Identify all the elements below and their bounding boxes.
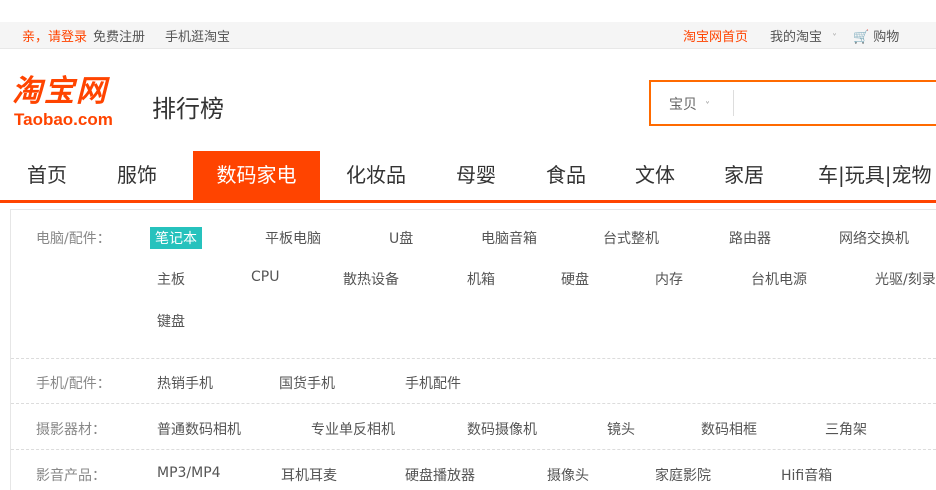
row-divider [11, 403, 936, 404]
chevron-down-icon[interactable]: ˅ [832, 33, 837, 44]
row-divider [11, 449, 936, 450]
chevron-down-icon: ˅ [705, 101, 710, 112]
category-item[interactable]: 家庭影院 [655, 465, 711, 485]
category-item[interactable]: 台式整机 [603, 228, 659, 248]
category-item[interactable]: 机箱 [467, 269, 495, 289]
category-label: 电脑/配件： [36, 231, 111, 247]
category-item[interactable]: 路由器 [729, 228, 771, 248]
category-item[interactable]: CPU [251, 269, 279, 285]
mobile-taobao-link[interactable]: 手机逛淘宝 [165, 30, 230, 45]
category-item[interactable]: U盘 [389, 228, 413, 248]
taobao-logo[interactable]: 淘宝网 [12, 77, 140, 107]
category-item[interactable]: 硬盘 [561, 269, 589, 289]
search-box[interactable]: 宝贝 ˅ [649, 80, 936, 126]
cart-link[interactable]: 购物 [873, 30, 899, 45]
category-item[interactable]: 热销手机 [157, 373, 213, 393]
top-bar: 亲，请登录 免费注册 手机逛淘宝 淘宝网首页 我的淘宝 ˅ 🛒 购物 [0, 22, 936, 49]
tab-stationery-sports[interactable]: 文体 [622, 151, 688, 200]
category-item[interactable]: MP3/MP4 [157, 465, 221, 481]
login-link[interactable]: 亲，请登录 [22, 30, 87, 45]
row-divider [11, 358, 936, 359]
category-panel: 电脑/配件： 笔记本 平板电脑 U盘 电脑音箱 台式整机 路由器 网络交换机 主… [10, 209, 936, 490]
taobao-home-link[interactable]: 淘宝网首页 [683, 30, 748, 45]
tab-home[interactable]: 首页 [14, 151, 80, 200]
tab-car-toys-pets[interactable]: 车|玩具|宠物 [806, 151, 936, 200]
my-taobao-link[interactable]: 我的淘宝 [770, 30, 822, 45]
category-item[interactable]: 平板电脑 [265, 228, 321, 248]
tab-home-furnishing[interactable]: 家居 [711, 151, 777, 200]
category-item[interactable]: 专业单反相机 [311, 419, 395, 439]
category-item[interactable]: 普通数码相机 [157, 419, 241, 439]
category-item[interactable]: 网络交换机 [839, 228, 909, 248]
tab-food[interactable]: 食品 [533, 151, 599, 200]
category-label: 手机/配件： [36, 376, 111, 392]
category-item[interactable]: 主板 [157, 269, 185, 289]
taobao-logo-text[interactable]: Taobao.com [14, 110, 113, 130]
category-item[interactable]: 数码摄像机 [467, 419, 537, 439]
top-bar-right: 淘宝网首页 我的淘宝 ˅ 🛒 购物 [683, 26, 899, 45]
category-label: 影音产品： [36, 468, 106, 484]
search-divider [733, 90, 734, 116]
category-item[interactable]: 电脑音箱 [481, 228, 537, 248]
page-title: 排行榜 [152, 95, 224, 123]
tab-cosmetics[interactable]: 化妆品 [336, 151, 416, 200]
category-item[interactable]: 内存 [655, 269, 683, 289]
category-item[interactable]: 摄像头 [547, 465, 589, 485]
category-item[interactable]: 镜头 [607, 419, 635, 439]
top-bar-left: 亲，请登录 免费注册 手机逛淘宝 [22, 26, 230, 45]
tab-digital-appliances[interactable]: 数码家电 [193, 151, 320, 200]
category-item[interactable]: 三角架 [825, 419, 867, 439]
category-item-selected[interactable]: 笔记本 [150, 227, 202, 249]
category-item[interactable]: Hifi音箱 [781, 465, 832, 485]
category-item[interactable]: 数码相框 [701, 419, 757, 439]
category-nav: 首页 服饰 数码家电 化妆品 母婴 食品 文体 家居 车|玩具|宠物 [0, 151, 936, 203]
category-label: 摄影器材： [36, 422, 106, 438]
tab-apparel[interactable]: 服饰 [104, 151, 170, 200]
register-link[interactable]: 免费注册 [93, 30, 145, 45]
category-item[interactable]: 国货手机 [279, 373, 335, 393]
category-item[interactable]: 硬盘播放器 [405, 465, 475, 485]
category-item[interactable]: 散热设备 [343, 269, 399, 289]
cart-icon[interactable]: 🛒 [853, 30, 869, 45]
search-scope-label: 宝贝 [669, 97, 697, 113]
category-item[interactable]: 手机配件 [405, 373, 461, 393]
search-scope-select[interactable]: 宝贝 ˅ [669, 94, 710, 114]
category-item[interactable]: 耳机耳麦 [281, 465, 337, 485]
category-item[interactable]: 台机电源 [751, 269, 807, 289]
tab-mother-baby[interactable]: 母婴 [443, 151, 509, 200]
category-item[interactable]: 光驱/刻录 [875, 269, 936, 289]
category-item[interactable]: 键盘 [157, 311, 185, 331]
